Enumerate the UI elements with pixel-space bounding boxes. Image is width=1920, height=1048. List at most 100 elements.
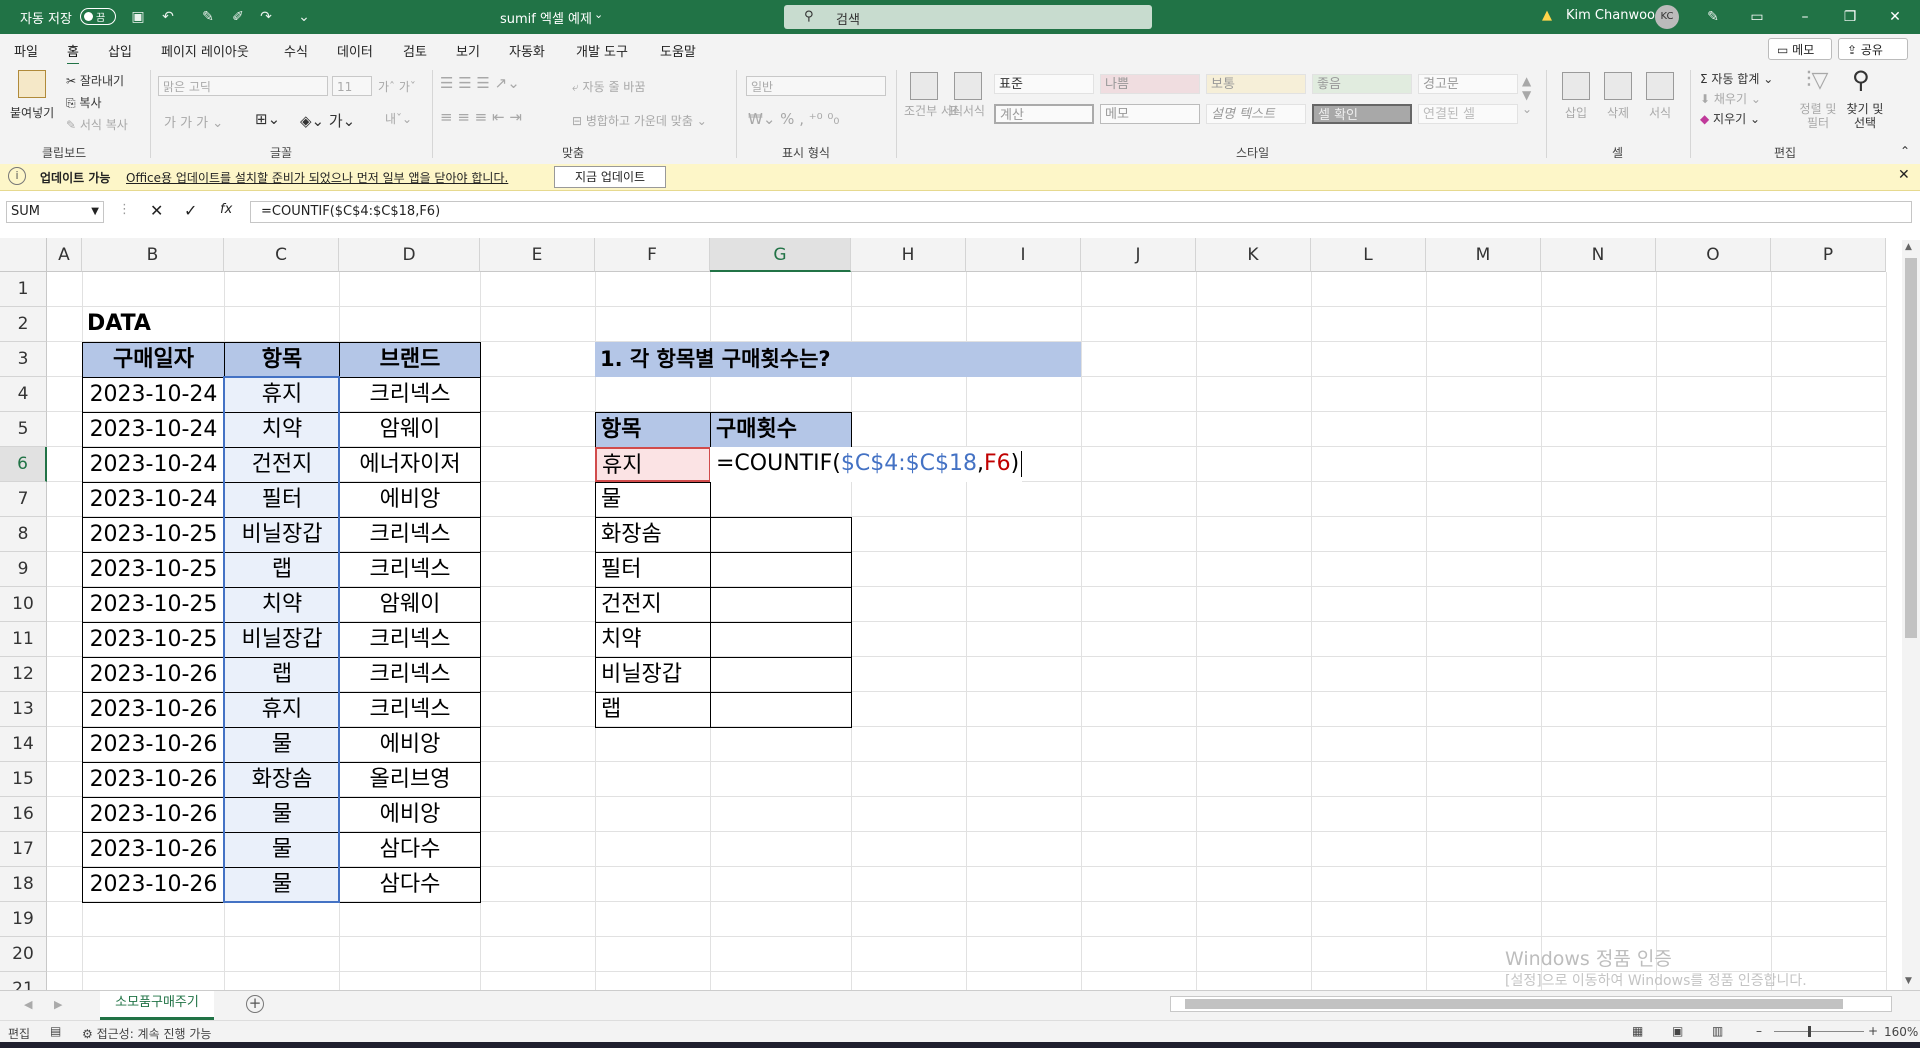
summary-header-count[interactable]: 구매횟수 bbox=[710, 412, 852, 448]
cell-brand[interactable]: 암웨이 bbox=[339, 412, 481, 448]
zoom-level[interactable]: 160% bbox=[1884, 1025, 1918, 1039]
insert-cells-button[interactable]: 삽입 bbox=[1565, 104, 1587, 121]
delete-cells-icon[interactable] bbox=[1604, 72, 1632, 100]
tab-review[interactable]: 검토 bbox=[403, 41, 427, 60]
cell-date[interactable]: 2023-10-25 bbox=[82, 552, 225, 588]
styles-scroll-icon[interactable]: ▲ ▼ ⌄ bbox=[1522, 74, 1532, 116]
cell-brand[interactable]: 크리넥스 bbox=[339, 657, 481, 693]
style-warning[interactable]: 경고문 bbox=[1418, 74, 1518, 94]
cell-brand[interactable]: 에너자이저 bbox=[339, 447, 481, 483]
tab-data[interactable]: 데이터 bbox=[337, 41, 373, 60]
cut-button[interactable]: ✂ 잘라내기 bbox=[66, 72, 124, 89]
cell-date[interactable]: 2023-10-26 bbox=[82, 832, 225, 868]
tab-file[interactable]: 파일 bbox=[14, 41, 38, 60]
cell-item[interactable]: 랩 bbox=[224, 657, 340, 693]
summary-item[interactable]: 화장솜 bbox=[595, 517, 711, 553]
row-header-12[interactable]: 12 bbox=[0, 657, 47, 692]
cell-item[interactable]: 물 bbox=[224, 867, 340, 903]
restore-button[interactable]: ❐ bbox=[1835, 6, 1865, 28]
pen-icon[interactable]: ✐ bbox=[230, 9, 246, 25]
summary-count-cell[interactable] bbox=[710, 587, 852, 623]
user-name[interactable]: Kim Chanwoo bbox=[1566, 8, 1655, 23]
cell-brand[interactable]: 에비앙 bbox=[339, 797, 481, 833]
column-header-p[interactable]: P bbox=[1771, 238, 1886, 272]
row-header-3[interactable]: 3 bbox=[0, 342, 47, 377]
cell-date[interactable]: 2023-10-24 bbox=[82, 377, 225, 413]
summary-header-item[interactable]: 항목 bbox=[595, 412, 711, 448]
scroll-down-icon[interactable]: ▼ bbox=[1905, 976, 1912, 986]
column-header-n[interactable]: N bbox=[1541, 238, 1656, 272]
tab-formulas[interactable]: 수식 bbox=[284, 41, 308, 60]
conditional-format-icon[interactable] bbox=[910, 72, 938, 100]
cell-date[interactable]: 2023-10-26 bbox=[82, 762, 225, 798]
row-header-5[interactable]: 5 bbox=[0, 412, 47, 447]
cell-brand[interactable]: 에비앙 bbox=[339, 482, 481, 518]
row-header-4[interactable]: 4 bbox=[0, 377, 47, 412]
style-bad[interactable]: 나쁨 bbox=[1100, 74, 1200, 94]
border-icon[interactable]: ⊞⌄ bbox=[255, 110, 280, 128]
copy-button[interactable]: ⎘ 복사 bbox=[66, 94, 102, 111]
column-header-i[interactable]: I bbox=[966, 238, 1081, 272]
format-painter-button[interactable]: ✎ 서식 복사 bbox=[66, 116, 128, 133]
normal-view-icon[interactable]: ▦ bbox=[1632, 1024, 1643, 1038]
row-header-16[interactable]: 16 bbox=[0, 797, 47, 832]
column-header-a[interactable]: A bbox=[47, 238, 82, 272]
ribbon-display-icon[interactable]: ▭ bbox=[1742, 6, 1772, 28]
wrap-text-button[interactable]: ⤶ 자동 줄 바꿈 bbox=[572, 78, 645, 95]
sheet-tab-active[interactable]: 소모품구매주기 bbox=[100, 991, 214, 1020]
fill-button[interactable]: ⬇ 채우기 ⌄ bbox=[1700, 90, 1761, 107]
cell-item[interactable]: 비닐장갑 bbox=[224, 622, 340, 658]
data-title[interactable]: DATA bbox=[82, 307, 151, 342]
row-header-9[interactable]: 9 bbox=[0, 552, 47, 587]
find-select-button[interactable]: 찾기 및 선택 bbox=[1840, 102, 1890, 130]
zoom-slider-thumb[interactable] bbox=[1808, 1026, 1811, 1037]
cell-date[interactable]: 2023-10-26 bbox=[82, 727, 225, 763]
cell-brand[interactable]: 에비앙 bbox=[339, 727, 481, 763]
paste-button[interactable]: 붙여넣기 bbox=[10, 104, 54, 121]
chevron-down-icon[interactable]: ⌄ bbox=[594, 8, 603, 21]
font-name-combo[interactable]: 맑은 고딕 bbox=[158, 76, 328, 96]
summary-item-ref-f6[interactable]: 휴지 bbox=[595, 447, 711, 482]
row-header-18[interactable]: 18 bbox=[0, 867, 47, 902]
summary-count-cell[interactable] bbox=[710, 692, 852, 728]
tab-page-layout[interactable]: 페이지 레이아웃 bbox=[161, 41, 249, 60]
search-box[interactable]: ⚲ 검색 bbox=[784, 5, 1152, 29]
cell-brand[interactable]: 크리넥스 bbox=[339, 692, 481, 728]
column-header-h[interactable]: H bbox=[851, 238, 966, 272]
clear-button[interactable]: ◆ 지우기 ⌄ bbox=[1700, 110, 1760, 127]
style-neutral[interactable]: 보통 bbox=[1206, 74, 1306, 94]
summary-count-cell[interactable] bbox=[710, 552, 852, 588]
cell-brand[interactable]: 삼다수 bbox=[339, 832, 481, 868]
horizontal-scrollbar-thumb[interactable] bbox=[1185, 999, 1843, 1009]
sort-filter-icon[interactable]: ⫶▽ bbox=[1806, 68, 1828, 93]
cancel-icon[interactable]: ✕ bbox=[150, 201, 163, 220]
scroll-up-icon[interactable]: ▲ bbox=[1905, 242, 1912, 252]
row-header-15[interactable]: 15 bbox=[0, 762, 47, 797]
style-linked-cell[interactable]: 연결된 셀 bbox=[1418, 104, 1518, 124]
find-icon[interactable]: ⚲ bbox=[1852, 66, 1870, 94]
row-header-2[interactable]: 2 bbox=[0, 307, 47, 342]
summary-item[interactable]: 비닐장갑 bbox=[595, 657, 711, 693]
tab-help[interactable]: 도움말 bbox=[660, 41, 696, 60]
formula-input[interactable]: =COUNTIF($C$4:$C$18,F6) bbox=[250, 201, 1912, 223]
document-title[interactable]: sumif 엑셀 예제 bbox=[500, 8, 592, 27]
style-calculation[interactable]: 계산 bbox=[994, 104, 1094, 124]
question-title[interactable]: 1. 각 항목별 구매횟수는? bbox=[595, 342, 1081, 377]
update-now-button[interactable]: 지금 업데이트 bbox=[554, 166, 666, 188]
row-header-17[interactable]: 17 bbox=[0, 832, 47, 867]
column-header-j[interactable]: J bbox=[1081, 238, 1196, 272]
select-all-corner[interactable] bbox=[0, 238, 47, 272]
cell-brand[interactable]: 크리넥스 bbox=[339, 517, 481, 553]
summary-item[interactable]: 랩 bbox=[595, 692, 711, 728]
delete-cells-button[interactable]: 삭제 bbox=[1607, 104, 1629, 121]
horizontal-align-icons[interactable]: ≡ ≡ ≡ ⇤ ⇥ bbox=[440, 108, 522, 126]
add-sheet-icon[interactable]: + bbox=[246, 995, 264, 1013]
macro-record-icon[interactable]: ▤ bbox=[50, 1024, 61, 1038]
share-button[interactable]: ⇪ 공유 bbox=[1838, 38, 1908, 60]
style-check-cell[interactable]: 셀 확인 bbox=[1312, 104, 1412, 124]
column-header-l[interactable]: L bbox=[1311, 238, 1426, 272]
avatar[interactable]: KC bbox=[1655, 5, 1679, 29]
column-header-m[interactable]: M bbox=[1426, 238, 1541, 272]
style-explanatory[interactable]: 설명 텍스트 bbox=[1206, 104, 1306, 124]
row-header-10[interactable]: 10 bbox=[0, 587, 47, 622]
